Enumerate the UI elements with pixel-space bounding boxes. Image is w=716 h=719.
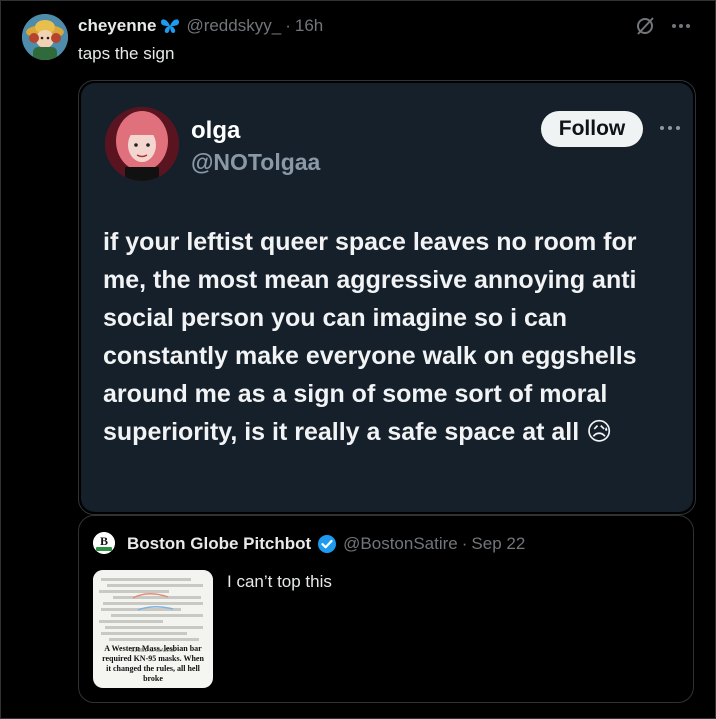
svg-text:B: B <box>100 534 108 548</box>
grok-icon[interactable] <box>634 15 656 37</box>
tweet-text: taps the sign <box>78 44 175 63</box>
quoted-tweet[interactable]: B Boston Globe Pitchbot @BostonSatire · … <box>78 515 694 703</box>
butterfly-icon <box>161 19 180 33</box>
tweet-image[interactable]: olga @NOTolgaa Follow if your leftist qu… <box>78 80 696 515</box>
timestamp[interactable]: 16h <box>295 16 323 36</box>
tweet-actions <box>634 15 692 37</box>
more-options-icon[interactable] <box>670 15 692 37</box>
embedded-author-handle: @NOTolgaa <box>191 149 321 175</box>
quoted-author-name[interactable]: Boston Globe Pitchbot <box>127 534 311 554</box>
author-handle[interactable]: @reddskyy_ <box>186 16 281 36</box>
quoted-header: Boston Globe Pitchbot @BostonSatire · Se… <box>127 534 525 554</box>
author-name[interactable]: cheyenne <box>78 16 156 36</box>
embedded-author-name: olga <box>191 117 241 144</box>
separator: · <box>461 534 468 553</box>
thumbnail-caption: A Western Mass. lesbian bar required KN-… <box>102 644 204 683</box>
embedded-avatar <box>105 107 179 181</box>
quoted-thumbnail[interactable]: GLOBE MAGAZINE A Western Mass. lesbian b… <box>93 570 213 688</box>
follow-button: Follow <box>541 111 643 147</box>
embedded-screenshot: olga @NOTolgaa Follow if your leftist qu… <box>81 83 693 512</box>
tweet-header: cheyenne @reddskyy_ · 16h <box>78 15 323 37</box>
avatar[interactable] <box>22 14 68 60</box>
separator: · <box>285 16 291 35</box>
embedded-tweet-text: if your leftist queer space leaves no ro… <box>103 228 637 446</box>
quoted-author-handle[interactable]: @BostonSatire <box>343 534 458 554</box>
verified-badge-icon <box>318 535 337 553</box>
more-options-icon <box>660 126 680 130</box>
quoted-tweet-text: I can’t top this <box>227 572 332 591</box>
quoted-timestamp[interactable]: Sep 22 <box>471 534 525 554</box>
quoted-avatar: B <box>93 532 115 554</box>
